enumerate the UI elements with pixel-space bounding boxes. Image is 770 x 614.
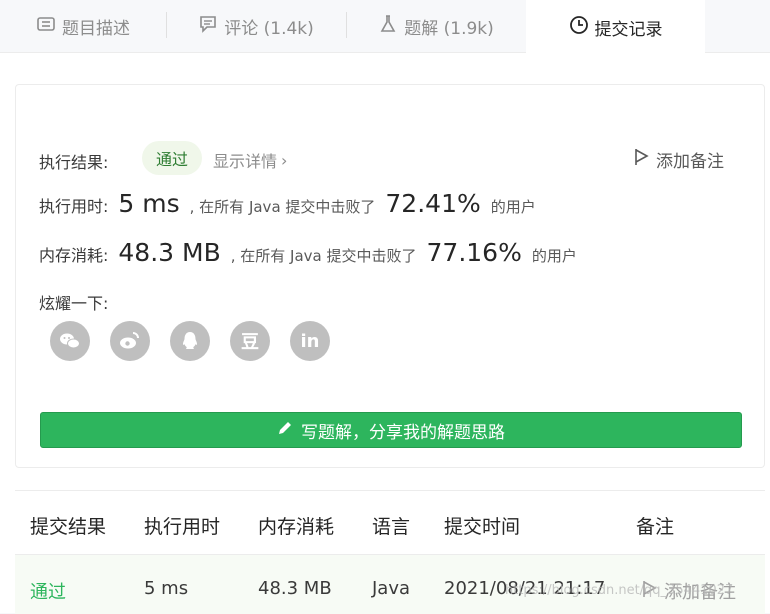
memory-label: 内存消耗: <box>39 246 109 265</box>
douban-icon[interactable]: 豆 <box>230 321 270 361</box>
runtime-percent: 72.41% <box>385 189 481 218</box>
memory-value: 48.3 MB <box>118 238 221 267</box>
column-header: 提交时间 <box>444 516 521 538</box>
tab-label: 评论 (1.4k) <box>224 19 314 39</box>
wechat-icon[interactable] <box>50 321 90 361</box>
add-note-button[interactable]: 添加备注 <box>634 147 724 172</box>
result-card: 执行结果: 通过 显示详情 › 添加备注 执行用时: 5 ms , 在所有 Ja… <box>15 84 765 468</box>
memory-suffix: 的用户 <box>531 247 577 265</box>
qq-icon[interactable] <box>170 321 210 361</box>
flag-icon <box>634 148 650 171</box>
runtime-row: 执行用时: 5 ms , 在所有 Java 提交中击败了 72.41% 的用户 <box>39 189 536 218</box>
submission-panel: 执行结果: 通过 显示详情 › 添加备注 执行用时: 5 ms , 在所有 Ja… <box>0 53 770 614</box>
pencil-icon <box>277 420 293 441</box>
memory-text: , 在所有 Java 提交中击败了 <box>230 247 417 265</box>
flask-icon <box>378 14 398 39</box>
column-header: 内存消耗 <box>258 516 335 538</box>
clock-icon <box>569 15 589 40</box>
add-note-label: 添加备注 <box>656 152 724 172</box>
share-icons: 豆 in <box>50 321 330 361</box>
runtime-cell: 5 ms <box>144 578 189 599</box>
write-solution-label: 写题解，分享我的解题思路 <box>301 422 505 443</box>
runtime-value: 5 ms <box>118 189 180 218</box>
tab-description[interactable]: 题目描述 <box>0 0 166 53</box>
runtime-suffix: 的用户 <box>490 198 536 216</box>
write-solution-button[interactable]: 写题解，分享我的解题思路 <box>40 412 742 448</box>
comment-icon <box>198 14 218 39</box>
weibo-icon[interactable] <box>110 321 150 361</box>
tab-solutions[interactable]: 题解 (1.9k) <box>346 0 526 53</box>
tab-label: 提交记录 <box>594 19 663 40</box>
column-header: 备注 <box>636 516 675 538</box>
watermark: https://blog.csdn.net/qq_35441027 <box>505 583 734 598</box>
column-header: 提交结果 <box>30 516 107 538</box>
tab-bar: 题目描述 评论 (1.4k) 题解 (1.9k) 提交记录 <box>0 0 770 54</box>
result-cell[interactable]: 通过 <box>30 578 66 604</box>
status-badge: 通过 <box>142 141 202 175</box>
memory-row: 内存消耗: 48.3 MB , 在所有 Java 提交中击败了 77.16% 的… <box>39 238 577 267</box>
result-label: 执行结果: <box>39 153 109 172</box>
memory-cell: 48.3 MB <box>258 578 332 599</box>
share-label: 炫耀一下: <box>39 294 109 313</box>
tab-submissions[interactable]: 提交记录 <box>526 0 705 54</box>
linkedin-icon[interactable]: in <box>290 321 330 361</box>
runtime-text: , 在所有 Java 提交中击败了 <box>189 198 376 216</box>
chevron-right-icon: › <box>281 150 288 170</box>
language-cell: Java <box>372 578 411 599</box>
memory-percent: 77.16% <box>426 238 522 267</box>
tab-comments[interactable]: 评论 (1.4k) <box>166 0 346 53</box>
document-icon <box>36 14 56 39</box>
tab-label: 题目描述 <box>62 19 130 39</box>
table-header: 提交结果 执行用时 内存消耗 语言 提交时间 备注 <box>15 491 765 555</box>
column-header: 语言 <box>372 516 411 538</box>
runtime-label: 执行用时: <box>39 197 109 216</box>
tab-label: 题解 (1.9k) <box>404 19 494 39</box>
show-details-link[interactable]: 显示详情 › <box>213 148 287 172</box>
column-header: 执行用时 <box>144 516 221 538</box>
show-details-label: 显示详情 <box>213 152 278 171</box>
